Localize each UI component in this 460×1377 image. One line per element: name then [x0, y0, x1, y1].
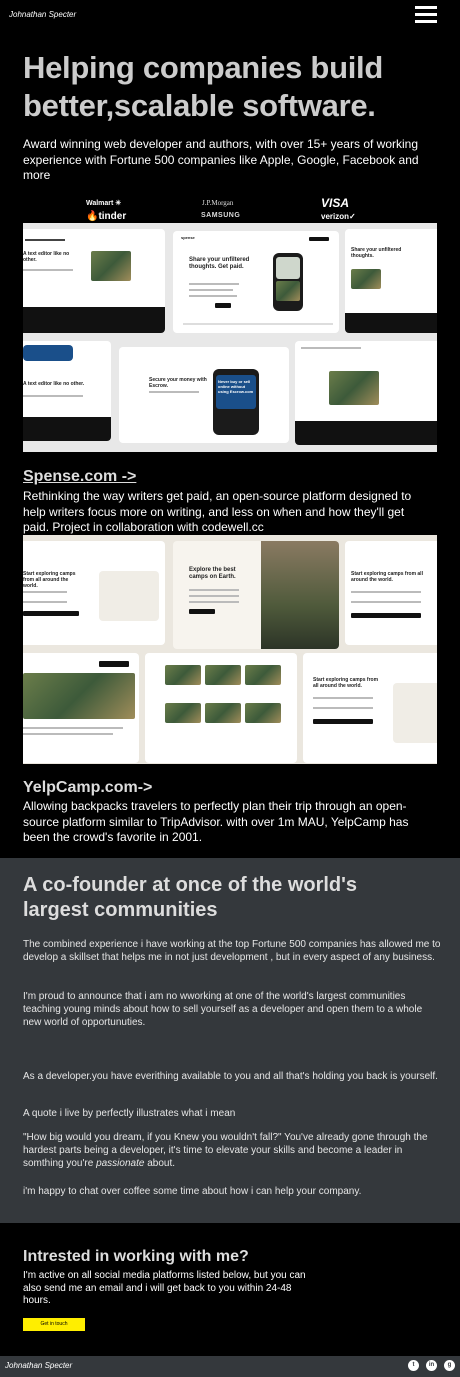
spense-project-description: Rethinking the way writers get paid, an … — [23, 489, 412, 534]
cofounder-paragraph: A quote i live by perfectly illustrates … — [23, 1108, 236, 1119]
cofounder-quote: "How big would you dream, if you Knew yo… — [23, 1132, 428, 1169]
footer: Johnathan Specter t in g — [0, 1356, 460, 1377]
cofounder-closing: i'm happy to chat over coffee some time … — [23, 1186, 362, 1197]
yelpcamp-project-description: Allowing backpacks travelers to perfectl… — [23, 799, 409, 844]
get-in-touch-button[interactable]: Get in touch — [23, 1318, 85, 1331]
mock-card: spense Share your unfiltered thoughts. G… — [173, 231, 339, 333]
mock-card: Explore the best camps on Earth. — [173, 541, 339, 649]
mock-start: Start exploring camps from all around th… — [351, 571, 423, 583]
mock-card: Secure your money with Escrow. Never buy… — [119, 347, 289, 443]
spense-project-link[interactable]: Spense.com -> — [23, 468, 136, 486]
top-bar: Johnathan Specter — [0, 0, 460, 32]
mock-never: Never buy or sell online without using E… — [218, 379, 254, 394]
verizon-logo: verizon✓ — [321, 212, 356, 221]
walmart-logo: Walmart ✳ — [86, 200, 122, 207]
cofounder-paragraph: The combined experience i have working a… — [23, 939, 441, 963]
jpmorgan-logo: J.P.Morgan — [202, 199, 234, 207]
mock-headline: Share your unfiltered thoughts. Get paid… — [189, 257, 250, 270]
mock-card — [295, 341, 437, 445]
mock-brand: spense — [181, 235, 195, 240]
cofounder-title: A co-founder at once of the world's larg… — [23, 874, 358, 921]
mock-card: A text editor like no other. — [23, 341, 111, 441]
hamburger-menu-icon[interactable] — [415, 6, 437, 25]
mock-card — [145, 653, 297, 763]
linkedin-icon[interactable]: in — [426, 1360, 437, 1371]
mock-card: Start exploring camps from all around th… — [23, 541, 165, 645]
mock-secure: Secure your money with Escrow. — [149, 377, 207, 389]
spense-project-screenshot[interactable]: A text editor like no other. spense Shar… — [23, 223, 437, 452]
tinder-logo: 🔥tinder — [86, 211, 127, 222]
contact-title: Intrested in working with me? — [23, 1248, 249, 1265]
mock-card: A text editor like no other. — [23, 229, 165, 333]
mock-card — [23, 653, 139, 763]
mock-hero: Explore the best camps on Earth. — [189, 567, 236, 580]
yelpcamp-project-link[interactable]: YelpCamp.com-> — [23, 779, 152, 797]
mock-card: Start exploring camps from all around th… — [345, 541, 437, 645]
visa-logo: VISA — [321, 196, 350, 210]
contact-text: I'm active on all social media platforms… — [23, 1270, 306, 1306]
twitter-icon[interactable]: t — [408, 1360, 419, 1371]
samsung-logo: SAMSUNG — [201, 212, 241, 219]
cofounder-paragraph: I'm proud to announce that i am no wwork… — [23, 991, 423, 1028]
brand-name[interactable]: Johnathan Specter — [9, 10, 76, 19]
mock-card: Start exploring camps from all around th… — [303, 653, 437, 763]
hero-subtitle: Award winning web developer and authors,… — [23, 137, 419, 182]
mock-card: Share your unfiltered thoughts. — [345, 229, 437, 333]
yelpcamp-project-screenshot[interactable]: Start exploring camps from all around th… — [23, 535, 437, 764]
hero-title: Helping companies build better,scalable … — [23, 50, 383, 123]
mock-editor-text: A text editor like no other. — [23, 251, 70, 263]
cofounder-section: A co-founder at once of the world's larg… — [0, 858, 460, 1223]
footer-brand: Johnathan Specter — [5, 1361, 73, 1370]
github-icon[interactable]: g — [444, 1360, 455, 1371]
cofounder-paragraph: As a developer.you have everithing avail… — [23, 1071, 438, 1082]
